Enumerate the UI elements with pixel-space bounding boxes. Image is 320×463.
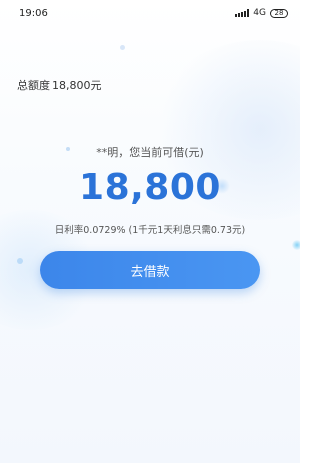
- status-bar: 19:06 4G 28: [0, 0, 300, 26]
- total-quota-value: 18,800元: [52, 79, 102, 92]
- interest-rate-info: 日利率0.0729% (1千元1天利息只需0.73元): [54, 225, 246, 236]
- decor-particle: [120, 45, 125, 50]
- battery-level: 28: [274, 8, 284, 17]
- total-quota-label: 总额度: [17, 79, 50, 92]
- available-credit-label: **明，您当前可借(元): [96, 146, 204, 159]
- total-quota: 总额度 18,800元: [17, 77, 102, 93]
- signal-icon: [235, 9, 250, 17]
- decor-particle: [17, 258, 23, 264]
- decor-particle: [292, 240, 300, 250]
- borrow-button[interactable]: 去借款: [40, 251, 260, 289]
- available-credit-amount: 18,800: [79, 167, 221, 208]
- status-time: 19:06: [19, 7, 48, 19]
- app-screen: 19:06 4G 28 总额度 18,800元 **明，您当前可借(元) 18,…: [0, 0, 300, 463]
- status-indicators: 4G 28: [235, 8, 288, 18]
- battery-icon: 28: [270, 8, 288, 18]
- network-type: 4G: [253, 8, 266, 18]
